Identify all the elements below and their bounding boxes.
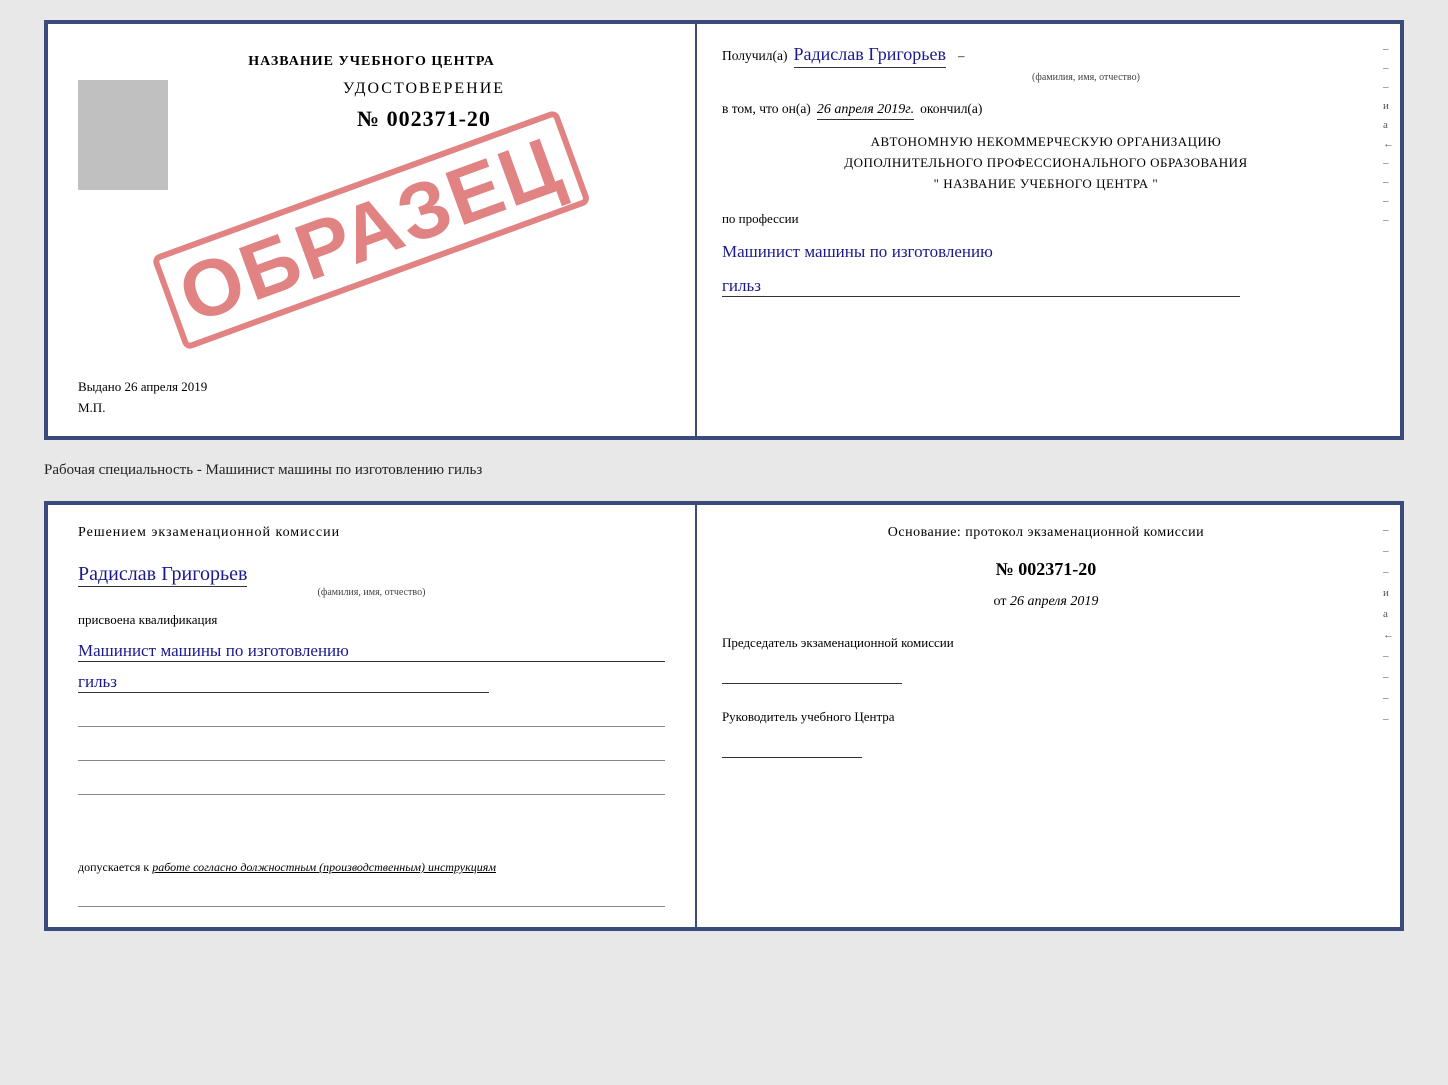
head-label: Руководитель учебного Центра bbox=[722, 708, 1370, 726]
empty-line-1 bbox=[78, 707, 665, 727]
protocol-number: 002371-20 bbox=[1018, 559, 1096, 579]
head-sign-line bbox=[722, 730, 862, 758]
chairman-block: Председатель экзаменационной комиссии bbox=[722, 634, 1370, 684]
cert-middle-block: УДОСТОВЕРЕНИЕ № 002371-20 bbox=[78, 80, 665, 190]
profession-hw1: Машинист машины по изготовлению bbox=[722, 241, 1370, 262]
person-name-top: Радислав Григорьев bbox=[794, 44, 946, 68]
vydano-line: Выдано 26 апреля 2019 bbox=[78, 379, 207, 395]
empty-line-4 bbox=[78, 887, 665, 907]
protocol-number-block: № 002371-20 bbox=[722, 559, 1370, 580]
ot-label: от bbox=[994, 594, 1007, 609]
qual-hw2: гильз bbox=[78, 672, 489, 693]
cert-number: № 002371-20 bbox=[183, 106, 665, 132]
right-dashes-top: – – – и а ← – – – – bbox=[1383, 44, 1394, 226]
photo-placeholder bbox=[78, 80, 168, 190]
cert-center-text: УДОСТОВЕРЕНИЕ № 002371-20 bbox=[183, 80, 665, 132]
poluchil-label: Получил(а) bbox=[722, 48, 788, 64]
certificate-bottom: Решением экзаменационной комиссии Радисл… bbox=[44, 501, 1404, 931]
between-label: Рабочая специальность - Машинист машины … bbox=[44, 458, 1404, 483]
okonchil-label: окончил(а) bbox=[920, 101, 982, 117]
udost-label: УДОСТОВЕРЕНИЕ bbox=[183, 80, 665, 98]
cert-top-right: Получил(а) Радислав Григорьев – (фамилия… bbox=[697, 24, 1400, 436]
protocol-label: № bbox=[996, 559, 1014, 579]
chairman-label: Председатель экзаменационной комиссии bbox=[722, 634, 1370, 652]
ot-date: 26 апреля 2019 bbox=[1010, 594, 1098, 609]
cert-bottom-left: Решением экзаменационной комиссии Радисл… bbox=[48, 505, 697, 927]
empty-line-2 bbox=[78, 741, 665, 761]
chairman-sign-line bbox=[722, 656, 902, 684]
fio-sublabel-top: (фамилия, имя, отчество) bbox=[802, 72, 1370, 83]
vtom-label: в том, что он(а) bbox=[722, 101, 811, 117]
mp-line: М.П. bbox=[78, 400, 105, 416]
date-row-bottom: от 26 апреля 2019 bbox=[722, 594, 1370, 610]
org-line2: ДОПОЛНИТЕЛЬНОГО ПРОФЕССИОНАЛЬНОГО ОБРАЗО… bbox=[722, 153, 1370, 174]
допускается-block: допускается к работе согласно должностны… bbox=[78, 850, 665, 875]
po-professii-label: по профессии bbox=[722, 211, 1370, 227]
head-block: Руководитель учебного Центра bbox=[722, 708, 1370, 758]
допускается-text: работе согласно должностным (производств… bbox=[152, 860, 496, 874]
person-name-bottom: Радислав Григорьев bbox=[78, 562, 247, 587]
profession-hw2: гильз bbox=[722, 276, 1240, 297]
org-line3: " НАЗВАНИЕ УЧЕБНОГО ЦЕНТРА " bbox=[722, 174, 1370, 195]
person-name-bottom-wrap: Радислав Григорьев (фамилия, имя, отчест… bbox=[78, 557, 665, 598]
dash-after-name: – bbox=[958, 48, 965, 64]
date-field: 26 апреля 2019г. bbox=[817, 102, 914, 120]
empty-line-3 bbox=[78, 775, 665, 795]
допускается-label: допускается к bbox=[78, 860, 149, 874]
right-dashes-bottom: – – – и а ← – – – – bbox=[1383, 525, 1394, 725]
fio-sublabel-bottom: (фамилия, имя, отчество) bbox=[78, 587, 665, 598]
vtom-row: в том, что он(а) 26 апреля 2019г. окончи… bbox=[722, 101, 1370, 120]
school-name-top: НАЗВАНИЕ УЧЕБНОГО ЦЕНТРА bbox=[248, 54, 494, 70]
poluchil-row: Получил(а) Радислав Григорьев – bbox=[722, 44, 1370, 68]
decision-text: Решением экзаменационной комиссии bbox=[78, 525, 665, 541]
osnov-text: Основание: протокол экзаменационной коми… bbox=[722, 525, 1370, 541]
qual-hw1: Машинист машины по изготовлению bbox=[78, 640, 665, 662]
cert-bottom-right: Основание: протокол экзаменационной коми… bbox=[697, 505, 1400, 927]
org-line1: АВТОНОМНУЮ НЕКОММЕРЧЕСКУЮ ОРГАНИЗАЦИЮ bbox=[722, 132, 1370, 153]
assigned-text: присвоена квалификация bbox=[78, 612, 665, 628]
cert-top-left: НАЗВАНИЕ УЧЕБНОГО ЦЕНТРА УДОСТОВЕРЕНИЕ №… bbox=[48, 24, 697, 436]
certificate-top: НАЗВАНИЕ УЧЕБНОГО ЦЕНТРА УДОСТОВЕРЕНИЕ №… bbox=[44, 20, 1404, 440]
org-block: АВТОНОМНУЮ НЕКОММЕРЧЕСКУЮ ОРГАНИЗАЦИЮ ДО… bbox=[722, 132, 1370, 194]
